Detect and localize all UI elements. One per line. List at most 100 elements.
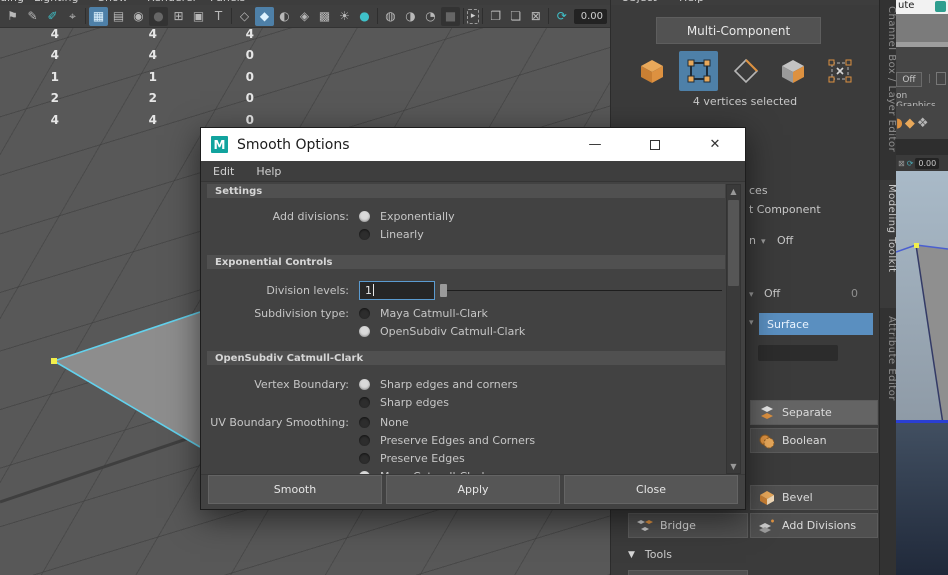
smooth-button[interactable]: Smooth (208, 475, 382, 504)
exponential-controls-header[interactable]: Exponential Controls (207, 255, 725, 269)
toolkit-input-field[interactable] (758, 345, 838, 361)
exposure-value-field[interactable]: 0.00 (574, 8, 607, 24)
dialog-title-bar[interactable]: M Smooth Options — ✕ (201, 128, 745, 161)
bridge-button[interactable]: Bridge (628, 513, 748, 538)
apply-button[interactable]: Apply (386, 475, 560, 504)
multi-component-mode-button[interactable] (821, 51, 860, 91)
off-button-fragment[interactable]: Off (896, 72, 922, 87)
tab-modeling-toolkit[interactable]: Modeling Toolkit (880, 180, 897, 308)
shelf-bevel-icon[interactable]: ◆ (905, 116, 915, 131)
preserve-edges-label[interactable]: Preserve Edges (380, 452, 465, 465)
shelf-separate-icon[interactable]: ❖ (917, 116, 929, 131)
four-view-layout-icon[interactable]: ▦ (89, 6, 108, 26)
exponentially-label[interactable]: Exponentially (380, 210, 455, 223)
bevel-button[interactable]: Bevel (750, 485, 878, 510)
gamma-refresh-icon[interactable]: ⟳ (552, 7, 571, 26)
transform-constraint-value[interactable]: Off (777, 234, 793, 247)
dialog-scrollbar[interactable]: ▲ ▼ (726, 184, 741, 474)
exposure-icon[interactable]: ⊠ (526, 7, 545, 26)
minimize-button[interactable]: — (565, 128, 625, 161)
checker-texture-icon[interactable]: ▩ (315, 7, 334, 26)
safe-action-icon[interactable]: ▣ (189, 7, 208, 26)
isolate-select-icon[interactable]: ▸ (467, 8, 480, 24)
field-chart-icon[interactable]: ⊞ (169, 7, 188, 26)
radio-sharp-edges[interactable] (359, 396, 370, 408)
menu-help[interactable]: Help (679, 0, 704, 5)
radio-linearly[interactable] (359, 228, 370, 240)
settings-section-header[interactable]: Settings (207, 184, 725, 198)
radio-sharp-edges-corners[interactable] (359, 378, 370, 390)
preserve-edges-corners-label[interactable]: Preserve Edges and Corners (380, 434, 535, 447)
selected-vertex[interactable] (51, 358, 57, 364)
material-cube-icon[interactable]: ◈ (295, 7, 314, 26)
camera-attributes-icon[interactable]: ⌖ (63, 7, 82, 26)
chevron-down-icon[interactable]: ▾ (749, 290, 754, 300)
xray-icon[interactable]: ❐ (486, 7, 505, 26)
slider-handle[interactable] (440, 283, 447, 297)
film-gate-icon[interactable]: ▤ (109, 7, 128, 26)
soft-select-value[interactable]: Off (764, 287, 780, 300)
maximize-button[interactable] (625, 128, 685, 161)
scrollbar-thumb[interactable] (728, 200, 739, 286)
edge-mode-button[interactable] (726, 51, 765, 91)
linearly-label[interactable]: Linearly (380, 228, 424, 241)
select-camera-icon[interactable]: ✎ (23, 7, 42, 26)
lock-camera-icon[interactable]: ✐ (43, 7, 62, 26)
opensubdiv-section-header[interactable]: OpenSubdiv Catmull-Clark (207, 351, 725, 365)
radio-uv-none[interactable] (359, 416, 370, 428)
multisample-icon[interactable]: ■ (441, 6, 460, 26)
boolean-button[interactable]: Boolean (750, 428, 878, 453)
use-all-lights-icon[interactable]: ☀ (335, 7, 354, 26)
radio-preserve-edges-corners[interactable] (359, 434, 370, 446)
sharp-edges-label[interactable]: Sharp edges (380, 396, 449, 409)
close-window-button[interactable]: ✕ (685, 128, 745, 161)
textured-mode-icon[interactable]: ◐ (275, 7, 294, 26)
tab-attribute-editor[interactable]: Attribute Editor (880, 312, 897, 442)
hud-value: 1 (50, 70, 59, 84)
resolution-gate-icon[interactable]: ◉ (129, 7, 148, 26)
chevron-down-icon[interactable]: ▾ (761, 237, 766, 247)
soft-select-radius[interactable]: 0 (851, 287, 858, 300)
opensubdiv-catmull-clark-label[interactable]: OpenSubdiv Catmull-Clark (380, 325, 525, 338)
screen-space-ao-icon[interactable]: ◑ (401, 7, 420, 26)
surface-option-button[interactable]: Surface (759, 313, 873, 335)
separate-button[interactable]: Separate (750, 400, 878, 425)
radio-opensubdiv-catmull-clark[interactable] (359, 325, 370, 337)
sharp-edges-corners-label[interactable]: Sharp edges and corners (380, 378, 518, 391)
shelf-icon-fragment[interactable]: ◗ (896, 116, 903, 131)
menu-help[interactable]: Help (256, 165, 281, 178)
selected-polygon-face[interactable] (54, 312, 200, 447)
safe-title-icon[interactable]: T (209, 7, 228, 26)
add-divisions-button[interactable]: Add Divisions (750, 513, 878, 538)
face-mode-button[interactable] (774, 51, 813, 91)
tools-section-header[interactable]: ▼ Tools (628, 548, 672, 561)
close-button[interactable]: Close (564, 475, 738, 504)
shadows-icon[interactable]: ◍ (381, 7, 400, 26)
shelf-tab-fragment[interactable]: on Graphics (896, 91, 948, 106)
division-levels-row: Division levels: 1 (207, 280, 745, 300)
radio-maya-catmull-clark[interactable] (359, 307, 370, 319)
division-levels-input[interactable]: 1 (359, 280, 435, 300)
smooth-shade-icon[interactable]: ◆ (255, 6, 274, 26)
menu-edit[interactable]: Edit (213, 165, 234, 178)
clipped-tool-button[interactable] (628, 570, 748, 575)
vertex-mode-button[interactable] (679, 51, 719, 91)
scroll-down-arrow[interactable]: ▼ (727, 460, 740, 473)
object-mode-button[interactable] (632, 51, 671, 91)
tab-channel-box[interactable]: Channel Box / Layer Editor (880, 2, 897, 178)
uv-none-label[interactable]: None (380, 416, 409, 429)
maya-catmull-clark-label[interactable]: Maya Catmull-Clark (380, 307, 488, 320)
xray-joints-icon[interactable]: ❏ (506, 7, 525, 26)
chevron-down-icon[interactable]: ▾ (749, 318, 754, 328)
radio-preserve-edges[interactable] (359, 452, 370, 464)
scroll-up-arrow[interactable]: ▲ (727, 185, 740, 198)
default-material-icon[interactable]: ● (355, 7, 374, 26)
wireframe-mode-icon[interactable]: ◇ (235, 7, 254, 26)
menu-object[interactable]: Object (621, 0, 657, 5)
division-levels-slider[interactable] (440, 283, 722, 297)
bookmark-icon[interactable]: ⚑ (3, 7, 22, 26)
multi-component-button[interactable]: Multi-Component (656, 17, 821, 44)
gate-mask-icon[interactable]: ● (149, 6, 168, 26)
radio-exponentially[interactable] (359, 210, 370, 222)
motion-blur-icon[interactable]: ◔ (421, 7, 440, 26)
